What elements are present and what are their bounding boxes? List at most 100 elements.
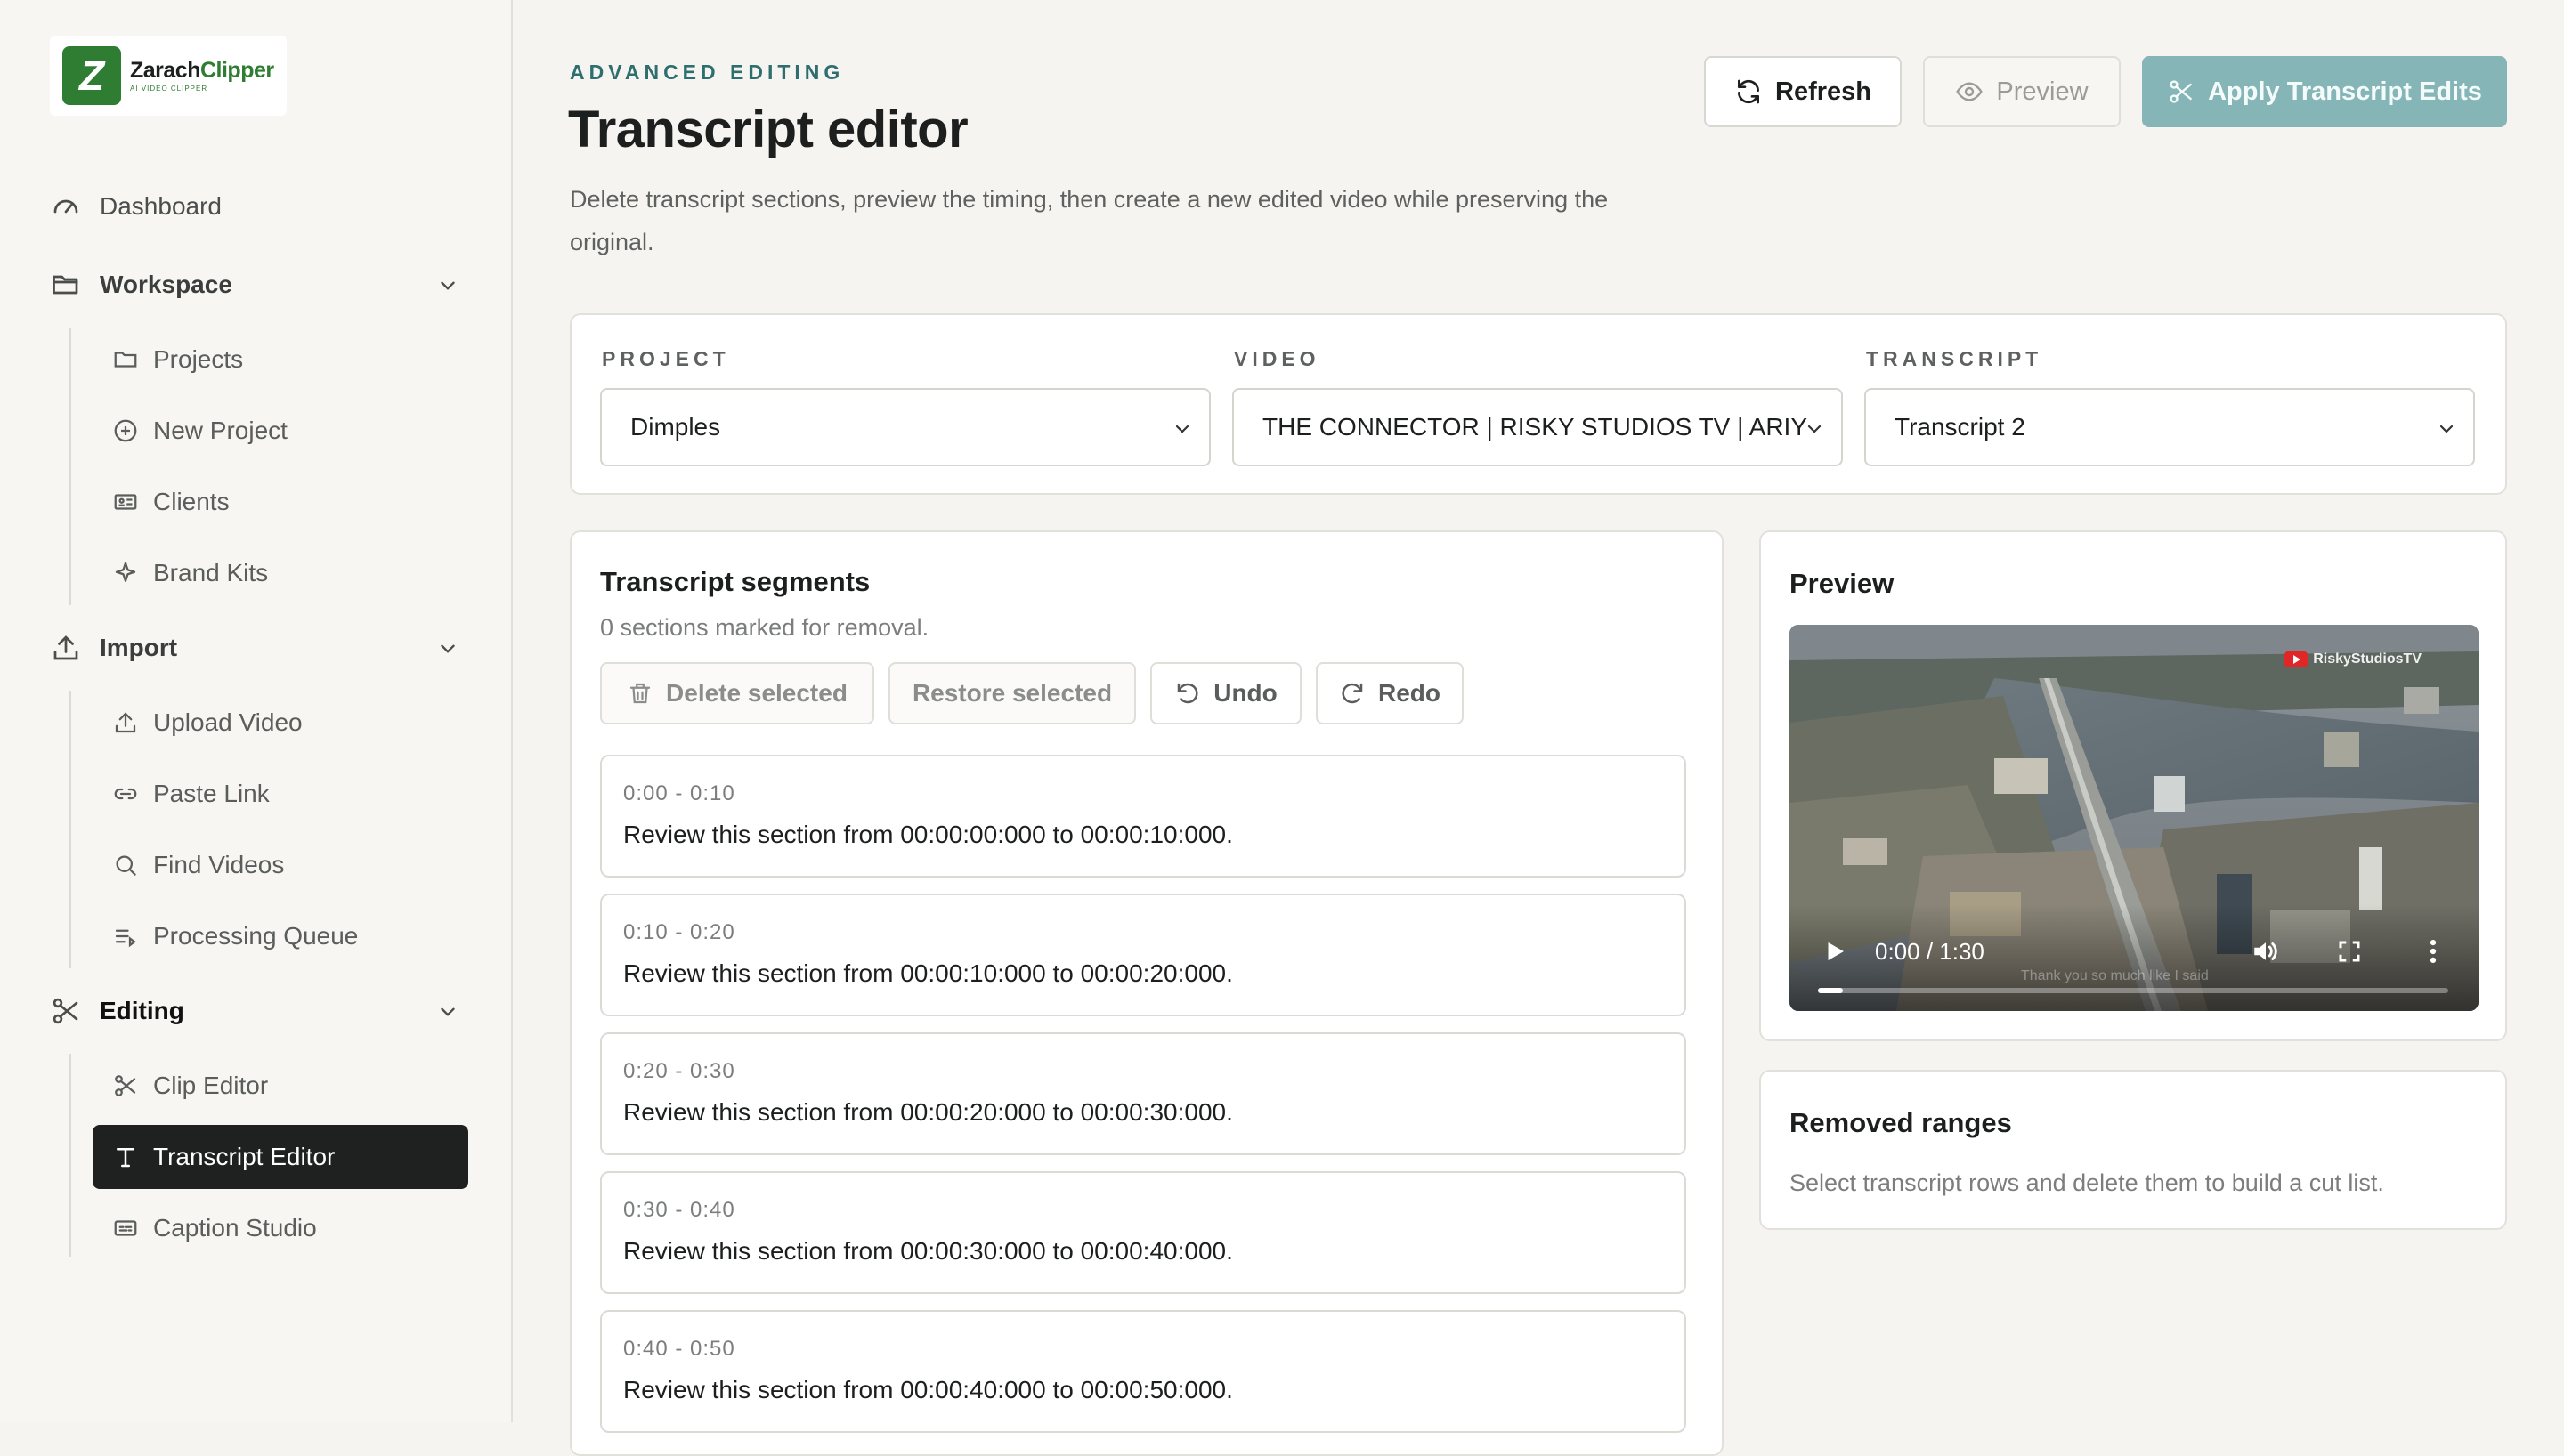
sidebar-item-processing-queue[interactable]: Processing Queue	[93, 904, 468, 968]
sidebar-item-label: Find Videos	[153, 851, 285, 878]
segment-time: 0:40 - 0:50	[623, 1337, 735, 1361]
sidebar-item-transcript-editor[interactable]: Transcript Editor	[93, 1125, 468, 1189]
page-eyebrow: ADVANCED EDITING	[570, 61, 845, 84]
transcript-segment-row[interactable]: 0:00 - 0:10 Review this section from 00:…	[600, 755, 1686, 878]
sidebar-item-upload-video[interactable]: Upload Video	[93, 691, 468, 755]
chevron-down-icon[interactable]	[436, 274, 459, 297]
project-select-label: PROJECT	[602, 347, 730, 370]
segment-time: 0:20 - 0:30	[623, 1059, 735, 1083]
sidebar-item-projects[interactable]: Projects	[93, 328, 468, 392]
nav-section-import[interactable]: Import	[50, 621, 459, 675]
video-progress-bar[interactable]	[1818, 988, 2448, 993]
volume-icon[interactable]	[2251, 936, 2281, 967]
video-player[interactable]: RiskyStudiosTV Thank you so much like I …	[1789, 625, 2479, 1011]
video-caption: Thank you so much like I said	[2021, 968, 2209, 983]
page-title: Transcript editor	[568, 101, 969, 158]
segment-text: Review this section from 00:00:20:000 to…	[623, 1098, 1233, 1126]
more-vertical-icon[interactable]	[2427, 936, 2439, 967]
video-controls: Thank you so much like I said 0:00 / 1:3…	[1789, 904, 2479, 1011]
transcript-select-value: Transcript 2	[1895, 413, 2025, 441]
page-description: Delete transcript sections, preview the …	[570, 186, 1609, 255]
apply-button-label: Apply Transcript Edits	[2208, 77, 2482, 106]
id-card-icon	[114, 494, 137, 510]
brand-tagline: AI VIDEO CLIPPER	[130, 84, 208, 93]
scissors-icon	[2170, 80, 2192, 103]
transcript-select-label: TRANSCRIPT	[1866, 347, 2043, 370]
removed-ranges-title: Removed ranges	[1789, 1107, 2012, 1138]
sidebar-item-label: Paste Link	[153, 780, 270, 807]
chevron-down-icon[interactable]	[436, 1000, 459, 1023]
redo-icon	[1342, 683, 1363, 704]
folder-icon	[114, 352, 137, 368]
transcript-segment-row[interactable]: 0:30 - 0:40 Review this section from 00:…	[600, 1171, 1686, 1294]
nav-section-editing-label: Editing	[100, 997, 184, 1024]
preview-button-label: Preview	[1996, 77, 2089, 106]
sidebar-item-brand-kits[interactable]: Brand Kits	[93, 541, 468, 605]
segments-title: Transcript segments	[600, 566, 871, 597]
transcript-segment-row[interactable]: 0:10 - 0:20 Review this section from 00:…	[600, 894, 1686, 1016]
project-select-value: Dimples	[630, 413, 721, 441]
segment-text: Review this section from 00:00:00:000 to…	[623, 821, 1233, 848]
nav-dashboard-label: Dashboard	[100, 192, 222, 220]
youtube-icon	[2284, 651, 2308, 667]
transcript-segments-card: Transcript segments 0 sections marked fo…	[570, 530, 1724, 1456]
sidebar-item-label: New Project	[153, 417, 288, 444]
chevron-down-icon[interactable]	[436, 637, 459, 660]
brand-logo[interactable]: Z ZarachClipper AI VIDEO CLIPPER	[50, 36, 287, 116]
restore-selected-button[interactable]: Restore selected	[888, 662, 1136, 724]
segment-text: Review this section from 00:00:30:000 to…	[623, 1237, 1233, 1265]
video-time: 0:00 / 1:30	[1875, 938, 1984, 965]
scissors-icon	[53, 998, 78, 1024]
fullscreen-icon[interactable]	[2336, 938, 2363, 965]
sidebar-item-caption-studio[interactable]: Caption Studio	[93, 1196, 468, 1260]
sidebar-item-label: Upload Video	[153, 708, 303, 736]
nav-section-editing[interactable]: Editing	[50, 984, 459, 1038]
subgroup-line	[69, 328, 71, 605]
segment-time: 0:00 - 0:10	[623, 781, 735, 805]
search-icon	[116, 855, 136, 876]
trash-icon	[629, 683, 651, 704]
chevron-down-icon	[2439, 425, 2454, 433]
segment-text: Review this section from 00:00:10:000 to…	[623, 959, 1233, 987]
delete-selected-button[interactable]: Delete selected	[600, 662, 874, 724]
redo-button[interactable]: Redo	[1316, 662, 1464, 724]
sidebar-item-clip-editor[interactable]: Clip Editor	[93, 1054, 468, 1118]
undo-button[interactable]: Undo	[1150, 662, 1302, 724]
sparkles-icon	[115, 562, 136, 582]
channel-watermark: RiskyStudiosTV	[2284, 651, 2422, 667]
brand-name-part2: Clipper	[199, 57, 274, 83]
play-icon[interactable]	[1822, 938, 1848, 965]
nav-dashboard[interactable]: Dashboard	[50, 180, 459, 233]
project-select[interactable]: Dimples	[600, 388, 1211, 466]
folder-open-icon	[53, 275, 78, 295]
undo-label: Undo	[1213, 679, 1278, 707]
removed-ranges-card: Removed ranges Select transcript rows an…	[1759, 1070, 2507, 1230]
transcript-select[interactable]: Transcript 2	[1864, 388, 2475, 466]
transcript-segment-row[interactable]: 0:40 - 0:50 Review this section from 00:…	[600, 1310, 1686, 1433]
nav-section-workspace[interactable]: Workspace	[50, 258, 459, 311]
refresh-button[interactable]: Refresh	[1704, 56, 1902, 127]
transcript-segment-row[interactable]: 0:20 - 0:30 Review this section from 00:…	[600, 1032, 1686, 1155]
segment-time: 0:30 - 0:40	[623, 1198, 735, 1222]
text-type-icon	[117, 1148, 134, 1168]
sidebar-item-paste-link[interactable]: Paste Link	[93, 762, 468, 826]
apply-transcript-edits-button[interactable]: Apply Transcript Edits	[2142, 56, 2507, 127]
preview-card: Preview RiskyStudiosTV Thank you so much…	[1759, 530, 2507, 1041]
video-select[interactable]: THE CONNECTOR | RISKY STUDIOS TV | ARIY	[1232, 388, 1843, 466]
preview-button[interactable]: Preview	[1923, 56, 2121, 127]
sidebar-item-clients[interactable]: Clients	[93, 470, 468, 534]
sidebar-item-new-project[interactable]: New Project	[93, 399, 468, 463]
sidebar-item-find-videos[interactable]: Find Videos	[93, 833, 468, 897]
sidebar-item-label: Projects	[153, 345, 244, 373]
plus-circle-icon	[114, 419, 137, 442]
sidebar-item-label: Brand Kits	[153, 559, 269, 586]
captions-icon	[114, 1220, 137, 1236]
brand-name-part1: Zarach	[130, 57, 200, 83]
sidebar-item-label: Transcript Editor	[153, 1143, 336, 1170]
restore-selected-label: Restore selected	[912, 679, 1113, 707]
sidebar-item-label: Processing Queue	[153, 922, 359, 950]
redo-label: Redo	[1378, 679, 1440, 707]
sidebar-item-label: Clients	[153, 488, 230, 515]
gauge-icon	[53, 199, 78, 214]
logo-mark-icon: Z	[62, 46, 121, 105]
